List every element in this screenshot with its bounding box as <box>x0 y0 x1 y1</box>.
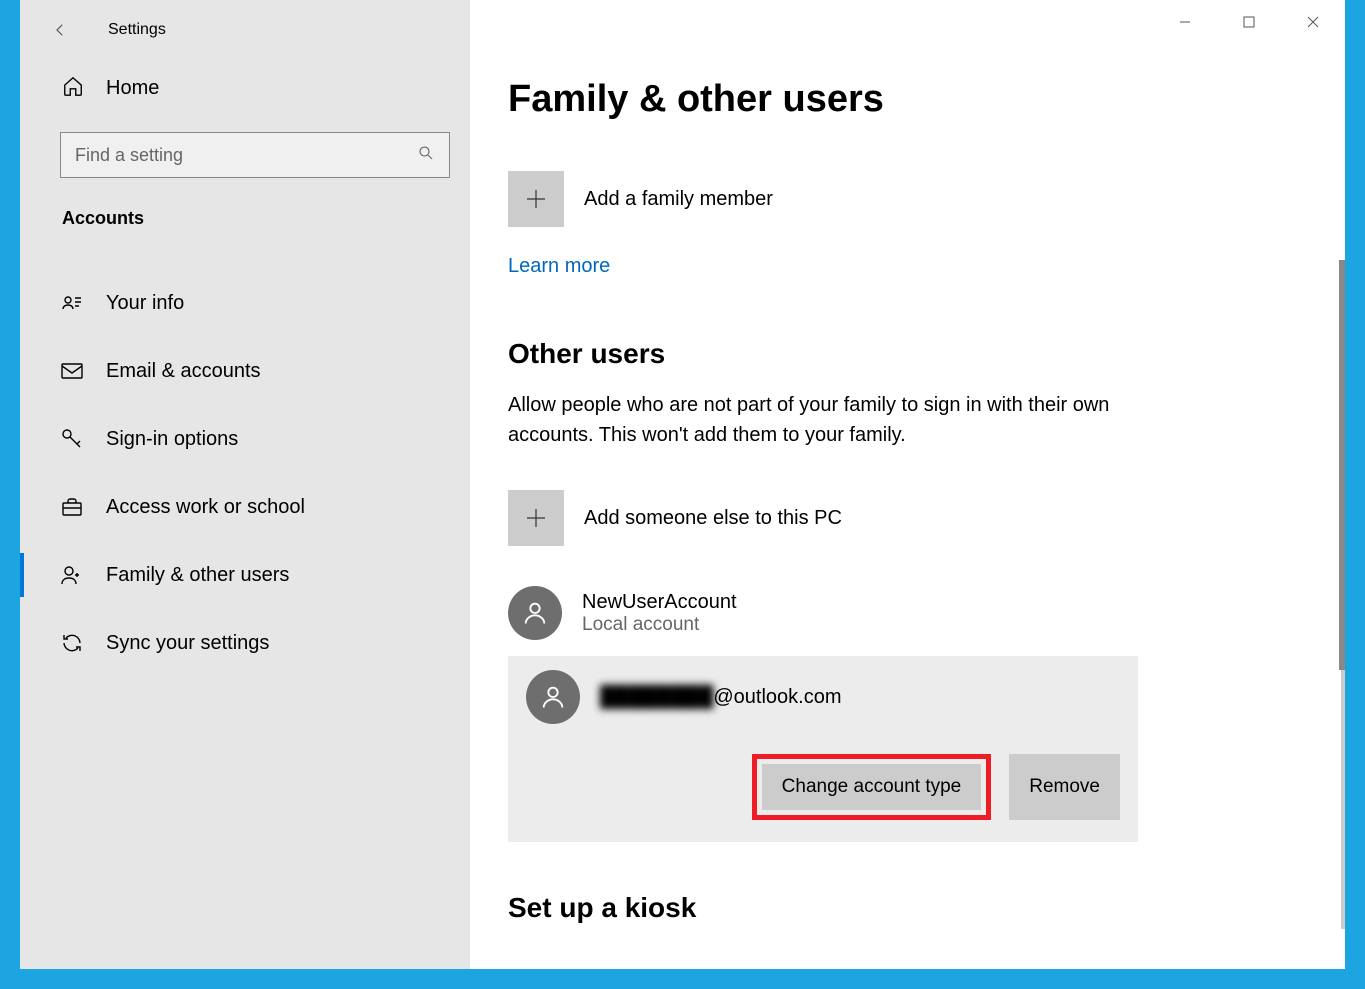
content-area: Family & other users Add a family member… <box>470 0 1345 969</box>
scrollbar-thumb[interactable] <box>1339 260 1345 670</box>
plus-icon <box>508 171 564 227</box>
window-title: Settings <box>108 21 166 39</box>
user-email: ████████@outlook.com <box>600 686 842 709</box>
email-suffix: @outlook.com <box>713 686 841 708</box>
mail-icon <box>60 359 84 383</box>
sidebar-item-sync[interactable]: Sync your settings <box>20 609 470 677</box>
arrow-left-icon <box>51 21 69 39</box>
nav-list: Your info Email & accounts Sign-in optio… <box>20 269 470 677</box>
window-controls <box>1153 0 1345 44</box>
sync-icon <box>60 631 84 655</box>
person-icon <box>539 683 567 711</box>
sidebar: Settings Home Accounts Your info <box>20 0 470 969</box>
briefcase-icon <box>60 495 84 519</box>
sidebar-item-work[interactable]: Access work or school <box>20 473 470 541</box>
other-users-description: Allow people who are not part of your fa… <box>508 390 1128 450</box>
remove-button[interactable]: Remove <box>1009 754 1120 820</box>
settings-window: Settings Home Accounts Your info <box>20 0 1345 969</box>
main-content: Family & other users Add a family member… <box>470 0 1345 924</box>
person-card-icon <box>60 291 84 315</box>
search-box[interactable] <box>60 132 450 178</box>
home-label: Home <box>106 77 159 100</box>
minimize-button[interactable] <box>1153 0 1217 44</box>
user-entry-local[interactable]: NewUserAccount Local account <box>508 574 1315 652</box>
user-info: NewUserAccount Local account <box>582 591 737 636</box>
highlight-annotation: Change account type <box>752 754 992 820</box>
maximize-icon <box>1243 16 1255 28</box>
plus-icon <box>508 490 564 546</box>
learn-more-link[interactable]: Learn more <box>508 255 610 277</box>
sidebar-item-label: Your info <box>106 292 184 315</box>
add-someone-label: Add someone else to this PC <box>584 507 842 530</box>
people-icon <box>60 563 84 587</box>
user-action-buttons: Change account type Remove <box>526 754 1120 820</box>
sidebar-item-label: Sync your settings <box>106 632 269 655</box>
scrollbar[interactable] <box>1341 260 1345 929</box>
sidebar-item-your-info[interactable]: Your info <box>20 269 470 337</box>
search-input[interactable] <box>75 145 417 166</box>
add-family-member-button[interactable]: Add a family member <box>508 171 1315 227</box>
other-users-heading: Other users <box>508 338 1315 370</box>
user-info: ████████@outlook.com <box>600 686 842 709</box>
home-icon <box>62 75 84 102</box>
sidebar-item-label: Access work or school <box>106 496 305 519</box>
close-button[interactable] <box>1281 0 1345 44</box>
sidebar-item-label: Email & accounts <box>106 360 261 383</box>
home-nav[interactable]: Home <box>20 50 470 122</box>
titlebar: Settings <box>20 10 470 50</box>
user-name: NewUserAccount <box>582 591 737 614</box>
close-icon <box>1307 16 1319 28</box>
kiosk-heading: Set up a kiosk <box>508 892 1315 924</box>
add-someone-button[interactable]: Add someone else to this PC <box>508 490 1315 546</box>
avatar <box>526 670 580 724</box>
page-title: Family & other users <box>508 78 1315 121</box>
search-icon <box>417 144 435 167</box>
sidebar-item-email[interactable]: Email & accounts <box>20 337 470 405</box>
key-icon <box>60 427 84 451</box>
maximize-button[interactable] <box>1217 0 1281 44</box>
user-subtitle: Local account <box>582 614 737 636</box>
sidebar-item-family[interactable]: Family & other users <box>20 541 470 609</box>
redacted-text: ████████ <box>600 686 713 709</box>
add-family-label: Add a family member <box>584 188 773 211</box>
sidebar-item-label: Family & other users <box>106 564 289 587</box>
back-button[interactable] <box>40 10 80 50</box>
sidebar-item-signin[interactable]: Sign-in options <box>20 405 470 473</box>
user-entry-selected: ████████@outlook.com Change account type… <box>508 656 1138 842</box>
person-icon <box>521 599 549 627</box>
user-row[interactable]: ████████@outlook.com <box>526 670 1120 754</box>
avatar <box>508 586 562 640</box>
sidebar-item-label: Sign-in options <box>106 428 238 451</box>
change-account-type-button[interactable]: Change account type <box>762 764 982 810</box>
sidebar-section-label: Accounts <box>20 198 470 249</box>
minimize-icon <box>1179 16 1191 28</box>
